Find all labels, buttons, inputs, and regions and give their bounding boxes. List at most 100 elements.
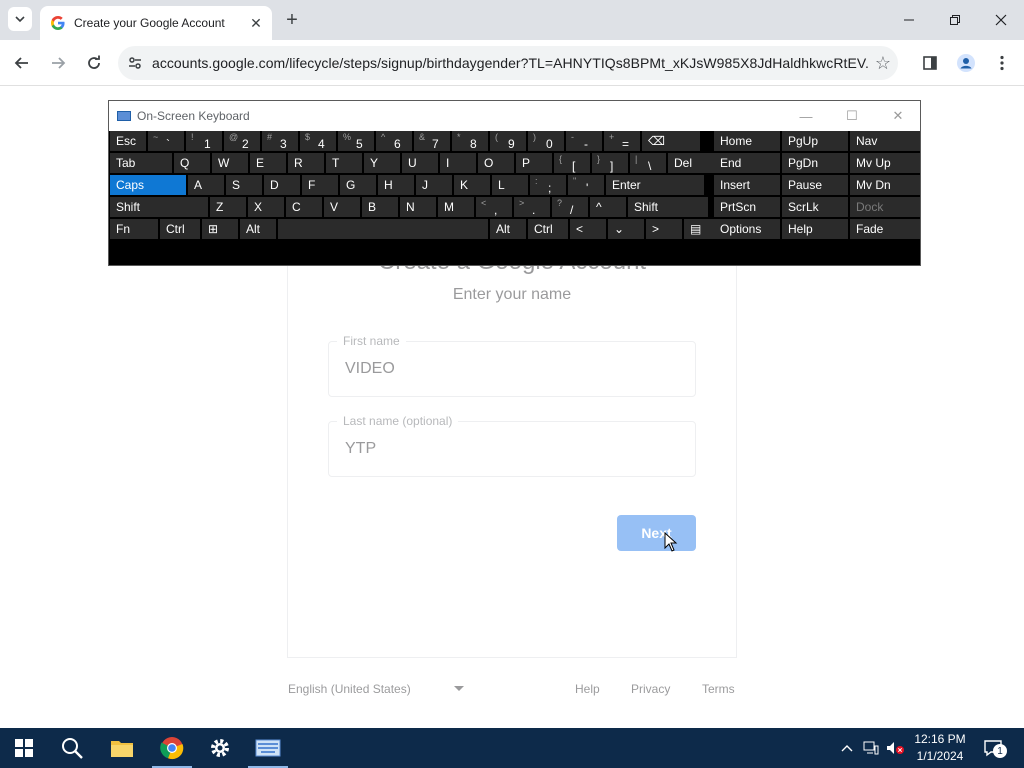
close-window-button[interactable] — [978, 0, 1024, 40]
osk-key-shift[interactable]: Shift — [110, 197, 208, 217]
new-tab-button[interactable]: + — [280, 8, 304, 32]
osk-key-j[interactable]: J — [416, 175, 452, 195]
back-button[interactable] — [8, 49, 36, 77]
osk-key-k[interactable]: K — [454, 175, 490, 195]
osk-key-fn[interactable]: Fn — [110, 219, 158, 239]
osk-key-alt[interactable]: Alt — [240, 219, 276, 239]
osk-key-ctrl[interactable]: Ctrl — [528, 219, 568, 239]
browser-tab[interactable]: Create your Google Account ✕ — [40, 6, 272, 40]
osk-key-symbol[interactable]: ~ ` — [148, 131, 184, 151]
osk-key-help[interactable]: Help — [782, 219, 848, 239]
profile-button[interactable] — [952, 49, 980, 77]
osk-key-scrlk[interactable]: ScrLk — [782, 197, 848, 217]
osk-key-symbol[interactable]: " ' — [568, 175, 604, 195]
search-button[interactable] — [48, 728, 96, 768]
osk-key-6[interactable]: ^ 6 — [376, 131, 412, 151]
osk-key-symbol[interactable]: }] — [592, 153, 628, 173]
osk-key-mv-up[interactable]: Mv Up — [850, 153, 920, 173]
next-button[interactable]: Next — [617, 515, 696, 551]
language-select[interactable]: English (United States) — [288, 682, 468, 696]
volume-status[interactable] — [884, 728, 906, 768]
osk-key-r[interactable]: R — [288, 153, 324, 173]
osk-key-dock[interactable]: Dock — [850, 197, 920, 217]
osk-key-symbol[interactable]: < — [570, 219, 606, 239]
osk-key-4[interactable]: $4 — [300, 131, 336, 151]
tab-search-button[interactable] — [8, 7, 32, 31]
tab-close-icon[interactable]: ✕ — [246, 13, 266, 33]
osk-key-enter[interactable]: Enter — [606, 175, 704, 195]
osk-key-symbol[interactable]: -- — [566, 131, 602, 151]
osk-key-b[interactable]: B — [362, 197, 398, 217]
osk-key-m[interactable]: M — [438, 197, 474, 217]
osk-key-caps[interactable]: Caps — [110, 175, 186, 195]
osk-key-esc[interactable]: Esc — [110, 131, 146, 151]
osk-key-p[interactable]: P — [516, 153, 552, 173]
osk-key-end[interactable]: End — [714, 153, 780, 173]
restore-window-button[interactable] — [932, 0, 978, 40]
osk-key-mv-dn[interactable]: Mv Dn — [850, 175, 920, 195]
osk-key-ctrl[interactable]: Ctrl — [160, 219, 200, 239]
side-panel-button[interactable] — [916, 49, 944, 77]
osk-close-button[interactable]: ✕ — [875, 101, 921, 131]
osk-key-q[interactable]: Q — [174, 153, 210, 173]
terms-link[interactable]: Terms — [702, 682, 735, 696]
osk-minimize-button[interactable]: — — [783, 101, 829, 131]
osk-key-symbol[interactable]: ⌫ — [642, 131, 700, 151]
osk-maximize-button[interactable]: ☐ — [829, 101, 875, 131]
osk-key-e[interactable]: E — [250, 153, 286, 173]
start-button[interactable] — [0, 728, 48, 768]
url-text[interactable]: accounts.google.com/lifecycle/steps/sign… — [152, 55, 868, 71]
osk-key-pause[interactable]: Pause — [782, 175, 848, 195]
osk-key-u[interactable]: U — [402, 153, 438, 173]
osk-key-pgdn[interactable]: PgDn — [782, 153, 848, 173]
osk-key-o[interactable]: O — [478, 153, 514, 173]
osk-key-pgup[interactable]: PgUp — [782, 131, 848, 151]
settings-app[interactable] — [196, 728, 244, 768]
osk-key-symbol[interactable]: ? / — [552, 197, 588, 217]
help-link[interactable]: Help — [575, 682, 600, 696]
action-center-button[interactable]: 1 — [976, 728, 1010, 768]
osk-key-symbol[interactable]: ⊞ — [202, 219, 238, 239]
osk-key-space[interactable] — [278, 219, 488, 239]
osk-key-prtscn[interactable]: PrtScn — [714, 197, 780, 217]
osk-key-symbol[interactable]: {[ — [554, 153, 590, 173]
osk-key-home[interactable]: Home — [714, 131, 780, 151]
osk-key-d[interactable]: D — [264, 175, 300, 195]
osk-key-symbol[interactable]: >. — [514, 197, 550, 217]
system-clock[interactable]: 12:16 PM 1/1/2024 — [905, 731, 975, 765]
osk-key-symbol[interactable]: ^ — [590, 197, 626, 217]
privacy-link[interactable]: Privacy — [631, 682, 670, 696]
osk-key-g[interactable]: G — [340, 175, 376, 195]
address-bar[interactable]: accounts.google.com/lifecycle/steps/sign… — [118, 46, 898, 80]
osk-key-shift[interactable]: Shift — [628, 197, 708, 217]
osk-key-3[interactable]: #3 — [262, 131, 298, 151]
first-name-field[interactable]: First name VIDEO — [328, 334, 696, 397]
osk-key-t[interactable]: T — [326, 153, 362, 173]
osk-key-1[interactable]: ! 1 — [186, 131, 222, 151]
osk-key-f[interactable]: F — [302, 175, 338, 195]
osk-key-h[interactable]: H — [378, 175, 414, 195]
minimize-window-button[interactable] — [886, 0, 932, 40]
osk-title-bar[interactable]: On-Screen Keyboard — ☐ ✕ — [109, 101, 920, 131]
osk-key-c[interactable]: C — [286, 197, 322, 217]
osk-key-z[interactable]: Z — [210, 197, 246, 217]
osk-key-s[interactable]: S — [226, 175, 262, 195]
osk-key-9[interactable]: (9 — [490, 131, 526, 151]
osk-key-symbol[interactable]: <, — [476, 197, 512, 217]
osk-key-alt[interactable]: Alt — [490, 219, 526, 239]
on-screen-keyboard-app[interactable] — [244, 728, 292, 768]
last-name-field[interactable]: Last name (optional) YTP — [328, 414, 696, 477]
bookmark-star-icon[interactable]: ☆ — [868, 48, 898, 78]
osk-key-x[interactable]: X — [248, 197, 284, 217]
forward-button[interactable] — [44, 49, 72, 77]
osk-key-w[interactable]: W — [212, 153, 248, 173]
osk-key-symbol[interactable]: ⌄ — [608, 219, 644, 239]
show-hidden-icons-button[interactable] — [838, 728, 856, 768]
file-explorer-app[interactable] — [98, 728, 146, 768]
osk-key-0[interactable]: ) 0 — [528, 131, 564, 151]
osk-key-insert[interactable]: Insert — [714, 175, 780, 195]
reload-button[interactable] — [80, 49, 108, 77]
site-info-icon[interactable] — [118, 46, 152, 80]
osk-key-l[interactable]: L — [492, 175, 528, 195]
osk-key-n[interactable]: N — [400, 197, 436, 217]
